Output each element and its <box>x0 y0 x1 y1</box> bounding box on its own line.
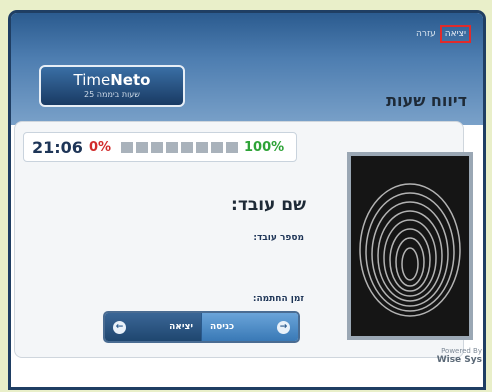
enter-button-label: כניסה <box>210 322 235 332</box>
top-links: עזרה יציאה <box>416 25 471 43</box>
help-link[interactable]: עזרה <box>416 29 436 39</box>
employee-name-label: שם עובד: <box>231 195 306 215</box>
powered-by: Powered By Wise Sys <box>437 347 482 365</box>
clock: 21:06 <box>32 137 83 157</box>
progress-segment <box>136 141 149 153</box>
arrow-right-icon: → <box>277 320 290 334</box>
exit-link[interactable]: יציאה <box>439 25 471 43</box>
arrow-left-icon: ← <box>113 320 126 334</box>
progress-segment <box>181 141 194 153</box>
progress-segment <box>211 141 224 153</box>
progress-bar <box>121 141 239 153</box>
punch-time-label: זמן החתמה: <box>252 294 304 304</box>
exit-button[interactable]: ← יציאה <box>105 313 201 341</box>
progress-segment <box>151 141 164 153</box>
progress-end-label: 100% <box>244 139 285 155</box>
company-name: Wise Sys <box>436 355 482 365</box>
page-title: דיווח שעות <box>386 91 467 110</box>
progress-start-label: 0% <box>88 139 112 155</box>
progress-segment <box>226 141 239 153</box>
status-bar: 21:06 0% 100% <box>23 132 297 162</box>
title-bar: דיווח שעות <box>11 81 483 125</box>
enter-button[interactable]: כניסה → <box>201 313 298 341</box>
punch-actions: ← יציאה כניסה → <box>103 311 300 343</box>
powered-by-label: Powered By <box>441 347 482 355</box>
progress-segment <box>166 141 179 153</box>
progress-segment <box>121 141 134 153</box>
progress-segment <box>196 141 209 153</box>
employee-number-label: מספר עובד: <box>253 233 304 243</box>
exit-button-label: יציאה <box>169 322 193 332</box>
fingerprint-image <box>347 152 473 340</box>
fingerprint-icon <box>351 156 469 336</box>
